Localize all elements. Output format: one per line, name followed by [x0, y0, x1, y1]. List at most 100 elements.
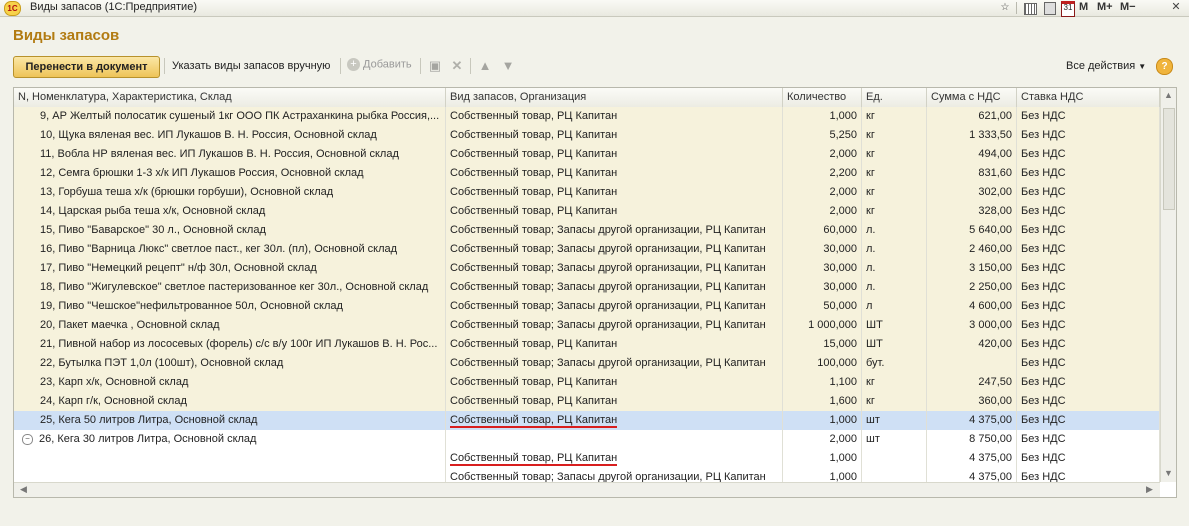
quantity-cell[interactable]: 50,000 — [783, 297, 862, 316]
help-icon[interactable]: ? — [1156, 58, 1173, 75]
scroll-right-icon[interactable]: ▶ — [1142, 484, 1157, 495]
table-row[interactable]: 9, АР Желтый полосатик сушеный 1кг ООО П… — [14, 107, 1160, 127]
unit-cell[interactable] — [862, 449, 927, 468]
quantity-cell[interactable]: 30,000 — [783, 240, 862, 259]
quantity-cell[interactable]: 1,000 — [783, 449, 862, 468]
table-row[interactable]: Собственный товар, РЦ Капитан 1,000 4 375,… — [14, 449, 1160, 469]
memory-plus-button[interactable]: M+ — [1097, 1, 1113, 13]
vat-cell[interactable]: Без НДС — [1017, 392, 1160, 411]
column-header-qty[interactable]: Количество — [783, 88, 862, 107]
scrollbar-thumb[interactable] — [1163, 108, 1175, 210]
quantity-cell[interactable]: 1,600 — [783, 392, 862, 411]
vat-cell[interactable]: Без НДС — [1017, 126, 1160, 145]
sum-cell[interactable]: 420,00 — [927, 335, 1017, 354]
item-cell[interactable]: 13, Горбуша теша х/к (брюшки горбуши), О… — [14, 183, 446, 202]
calendar-icon[interactable]: 31 — [1061, 1, 1075, 17]
stock-kind-cell[interactable]: Собственный товар; Запасы другой организ… — [446, 221, 783, 240]
item-cell[interactable]: 15, Пиво "Баварское" 30 л., Основной скл… — [14, 221, 446, 240]
table-row[interactable]: 10, Щука вяленая вес. ИП Лукашов В. Н. Р… — [14, 126, 1160, 146]
column-header-sum[interactable]: Сумма с НДС — [927, 88, 1017, 107]
stock-kind-cell[interactable]: Собственный товар; Запасы другой организ… — [446, 354, 783, 373]
move-up-icon[interactable]: ▲ — [477, 58, 493, 74]
vat-cell[interactable]: Без НДС — [1017, 430, 1160, 449]
item-cell[interactable]: 11, Вобла НР вяленая вес. ИП Лукашов В. … — [14, 145, 446, 164]
table-row[interactable]: 20, Пакет маечка , Основной склад Собстве… — [14, 316, 1160, 336]
table-row[interactable]: 14, Царская рыба теша х/к, Основной скла… — [14, 202, 1160, 222]
quantity-cell[interactable]: 60,000 — [783, 221, 862, 240]
sum-cell[interactable]: 4 600,00 — [927, 297, 1017, 316]
close-icon[interactable]: ✕ — [1167, 0, 1185, 15]
quantity-cell[interactable]: 2,000 — [783, 145, 862, 164]
unit-cell[interactable]: кг — [862, 126, 927, 145]
quantity-cell[interactable]: 1 000,000 — [783, 316, 862, 335]
vat-cell[interactable]: Без НДС — [1017, 221, 1160, 240]
table-row[interactable]: 15, Пиво "Баварское" 30 л., Основной скл… — [14, 221, 1160, 241]
unit-cell[interactable]: л. — [862, 278, 927, 297]
star-icon[interactable]: ☆ — [999, 1, 1011, 14]
stock-kind-cell[interactable]: Собственный товар; Запасы другой организ… — [446, 316, 783, 335]
memory-m-button[interactable]: M — [1079, 1, 1088, 13]
quantity-cell[interactable]: 5,250 — [783, 126, 862, 145]
sum-cell[interactable]: 2 460,00 — [927, 240, 1017, 259]
table-row[interactable]: 16, Пиво "Варница Люкс" светлое паст., к… — [14, 240, 1160, 260]
sum-cell[interactable]: 2 250,00 — [927, 278, 1017, 297]
quantity-cell[interactable]: 30,000 — [783, 259, 862, 278]
sum-cell[interactable] — [927, 354, 1017, 373]
sum-cell[interactable]: 4 375,00 — [927, 411, 1017, 430]
item-cell[interactable]: 14, Царская рыба теша х/к, Основной скла… — [14, 202, 446, 221]
item-cell[interactable]: 19, Пиво "Чешское"нефильтрованное 50л, О… — [14, 297, 446, 316]
vat-cell[interactable]: Без НДС — [1017, 240, 1160, 259]
stock-kind-cell[interactable]: Собственный товар, РЦ Капитан — [446, 411, 783, 430]
sum-cell[interactable]: 494,00 — [927, 145, 1017, 164]
unit-cell[interactable]: л. — [862, 240, 927, 259]
table-row[interactable]: 24, Карп г/к, Основной склад Собственный … — [14, 392, 1160, 412]
move-down-icon[interactable]: ▼ — [500, 58, 516, 74]
quantity-cell[interactable]: 15,000 — [783, 335, 862, 354]
sum-cell[interactable]: 302,00 — [927, 183, 1017, 202]
unit-cell[interactable]: ШТ — [862, 316, 927, 335]
vat-cell[interactable]: Без НДС — [1017, 259, 1160, 278]
stock-kind-cell[interactable]: Собственный товар, РЦ Капитан — [446, 392, 783, 411]
grid-icon[interactable] — [1024, 3, 1037, 15]
unit-cell[interactable]: л. — [862, 259, 927, 278]
unit-cell[interactable]: кг — [862, 202, 927, 221]
transfer-to-document-button[interactable]: Перенести в документ — [13, 56, 160, 78]
vat-cell[interactable]: Без НДС — [1017, 107, 1160, 126]
vat-cell[interactable]: Без НДС — [1017, 316, 1160, 335]
table-row[interactable]: 11, Вобла НР вяленая вес. ИП Лукашов В. … — [14, 145, 1160, 165]
vat-cell[interactable]: Без НДС — [1017, 164, 1160, 183]
unit-cell[interactable]: бут. — [862, 354, 927, 373]
collapse-group-icon[interactable]: − — [22, 433, 33, 445]
scroll-down-icon[interactable]: ▼ — [1161, 468, 1176, 478]
item-cell[interactable]: 20, Пакет маечка , Основной склад — [14, 316, 446, 335]
calculator-icon[interactable] — [1044, 2, 1056, 15]
all-actions-menu[interactable]: Все действия ▼ — [1066, 60, 1146, 72]
sum-cell[interactable]: 8 750,00 — [927, 430, 1017, 449]
stock-kind-cell[interactable]: Собственный товар, РЦ Капитан — [446, 126, 783, 145]
table-row[interactable]: 18, Пиво "Жигулевское" светлое пастеризо… — [14, 278, 1160, 298]
specify-manually-button[interactable]: Указать виды запасов вручную — [172, 60, 330, 72]
vat-cell[interactable]: Без НДС — [1017, 411, 1160, 430]
sum-cell[interactable]: 1 333,50 — [927, 126, 1017, 145]
stock-kind-cell[interactable]: Собственный товар, РЦ Капитан — [446, 145, 783, 164]
table-row[interactable]: 17, Пиво "Немецкий рецепт" н/ф 30л, Осно… — [14, 259, 1160, 279]
unit-cell[interactable]: шт — [862, 411, 927, 430]
memory-minus-button[interactable]: M− — [1120, 1, 1136, 13]
vat-cell[interactable]: Без НДС — [1017, 278, 1160, 297]
stock-kind-cell[interactable]: Собственный товар, РЦ Капитан — [446, 107, 783, 126]
table-row[interactable]: 23, Карп х/к, Основной склад Собственный … — [14, 373, 1160, 393]
item-cell[interactable]: −26, Кега 30 литров Литра, Основной скла… — [14, 430, 446, 449]
scroll-left-icon[interactable]: ◀ — [16, 484, 31, 495]
stock-kind-cell[interactable]: Собственный товар, РЦ Капитан — [446, 164, 783, 183]
scroll-up-icon[interactable]: ▲ — [1161, 90, 1176, 100]
column-header-vat[interactable]: Ставка НДС — [1017, 88, 1160, 107]
vat-cell[interactable]: Без НДС — [1017, 354, 1160, 373]
vat-cell[interactable]: Без НДС — [1017, 145, 1160, 164]
sum-cell[interactable]: 831,60 — [927, 164, 1017, 183]
item-cell[interactable]: 24, Карп г/к, Основной склад — [14, 392, 446, 411]
quantity-cell[interactable]: 1,100 — [783, 373, 862, 392]
item-cell[interactable]: 17, Пиво "Немецкий рецепт" н/ф 30л, Осно… — [14, 259, 446, 278]
vertical-scrollbar[interactable]: ▲ ▼ — [1160, 88, 1176, 482]
quantity-cell[interactable]: 2,000 — [783, 202, 862, 221]
quantity-cell[interactable]: 1,000 — [783, 411, 862, 430]
